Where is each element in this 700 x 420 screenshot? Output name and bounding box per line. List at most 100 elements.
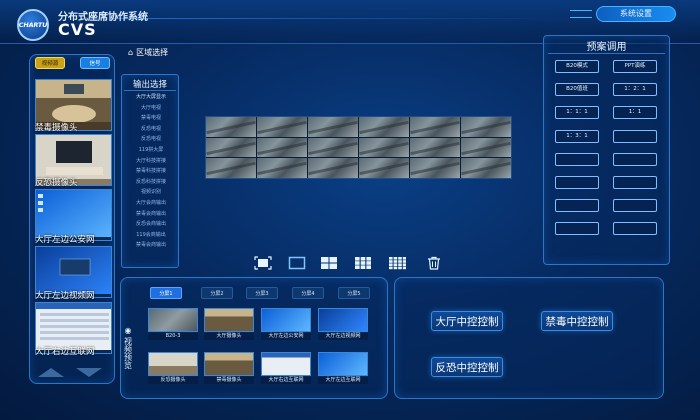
preview-thumb-label-6: 禁毒摄像头	[204, 377, 254, 384]
wall-cell[interactable]	[308, 137, 358, 158]
preview-thumb-2[interactable]	[204, 308, 254, 332]
output-item[interactable]: 反恐会商输出	[124, 220, 178, 227]
tab-split-1[interactable]: 分屏1	[150, 287, 182, 299]
output-item[interactable]: 119会商输出	[124, 231, 178, 238]
preview-thumb-1[interactable]	[148, 308, 198, 332]
wall-cell[interactable]	[359, 117, 409, 137]
output-item[interactable]: 大厅电视	[124, 104, 178, 111]
output-item[interactable]: 反恐电视	[124, 125, 178, 132]
output-item[interactable]: 禁毒电视	[124, 114, 178, 121]
header-right-decoration	[570, 10, 592, 18]
output-select-title: 输出选择	[132, 80, 167, 90]
preset-button[interactable]	[613, 222, 657, 236]
camera-label-5: 大厅右边互联网	[35, 347, 95, 357]
wall-cell[interactable]	[257, 158, 307, 178]
wall-cell[interactable]	[206, 137, 256, 158]
header-decoration	[110, 18, 570, 19]
hall-control-button[interactable]: 大厅中控控制	[431, 311, 503, 331]
wall-cell[interactable]	[359, 137, 409, 158]
preview-thumb-label-5: 反恐摄像头	[148, 377, 198, 384]
preview-thumb-5[interactable]	[148, 352, 198, 376]
region-select-label[interactable]: ⌂ 区域选择	[128, 47, 168, 58]
preset-button[interactable]	[613, 199, 657, 213]
wall-cell[interactable]	[461, 117, 511, 137]
preset-title: 预案调用	[586, 42, 627, 53]
app-title: CVS	[58, 20, 97, 39]
tab-split-4[interactable]: 分屏4	[292, 287, 324, 299]
single-layout-icon[interactable]	[288, 256, 306, 270]
preview-thumb-3[interactable]	[261, 308, 311, 332]
preview-thumb-7[interactable]	[261, 352, 311, 376]
output-item[interactable]: 反恐电视	[124, 135, 178, 142]
nine-layout-icon[interactable]	[354, 256, 372, 270]
home-icon: ⌂	[128, 48, 134, 57]
preset-button[interactable]	[613, 176, 657, 189]
preview-vertical-label: ◉ 视频预览	[122, 326, 134, 369]
wall-cell[interactable]	[359, 158, 409, 178]
brand-logo: CHARTU	[17, 9, 49, 41]
preset-button[interactable]: 1：1：1	[555, 106, 599, 120]
preview-thumb-4[interactable]	[318, 308, 368, 332]
preset-button[interactable]: 1：3：1	[555, 129, 599, 143]
tab-split-3[interactable]: 分屏3	[246, 287, 278, 299]
preset-button[interactable]: 1：1	[613, 106, 657, 120]
wall-cell[interactable]	[461, 137, 511, 158]
tab-signal[interactable]: 信号	[80, 57, 110, 69]
preset-button[interactable]	[555, 152, 599, 166]
preset-button[interactable]: 1：2：1	[613, 83, 657, 97]
region-select-text: 区域选择	[136, 48, 169, 57]
preview-thumb-6[interactable]	[204, 352, 254, 376]
wall-cell[interactable]	[308, 117, 358, 137]
sixteen-layout-icon[interactable]	[388, 256, 406, 270]
wall-cell[interactable]	[257, 117, 307, 137]
preview-thumb-8[interactable]	[318, 352, 368, 376]
preview-thumb-label-7: 大厅右边互联网	[261, 377, 311, 384]
preset-button[interactable]: B20模式	[555, 60, 599, 73]
output-item[interactable]: 禁毒会商输出	[124, 210, 178, 217]
output-item[interactable]: 禁毒会商输出	[124, 241, 178, 248]
preview-thumb-label-2: 大厅摄像头	[204, 333, 254, 340]
fullscreen-icon[interactable]	[254, 256, 272, 270]
preset-button[interactable]	[555, 176, 599, 189]
preset-button[interactable]: B20值班	[555, 83, 599, 97]
antiterror-control-button[interactable]: 反恐中控控制	[431, 357, 503, 377]
output-item[interactable]: 大厅大屏显示	[124, 93, 178, 100]
output-item[interactable]: 禁毒科技拼接	[124, 167, 178, 174]
wall-cell[interactable]	[410, 158, 460, 178]
wall-cell[interactable]	[206, 158, 256, 178]
preview-thumb-label-3: 大厅左边公安网	[261, 333, 311, 340]
quad-layout-icon[interactable]	[320, 256, 338, 270]
preset-button[interactable]	[613, 129, 657, 143]
output-item[interactable]: 反恐科技拼接	[124, 178, 178, 185]
wall-cell[interactable]	[461, 158, 511, 178]
video-wall-preview[interactable]	[205, 116, 512, 179]
control-panel	[394, 277, 664, 399]
narcotics-control-button[interactable]: 禁毒中控控制	[541, 311, 613, 331]
wall-cell[interactable]	[206, 117, 256, 137]
wall-cell[interactable]	[410, 137, 460, 158]
tab-video-source[interactable]: 视频源	[35, 57, 65, 69]
wall-cell[interactable]	[410, 117, 460, 137]
preset-button[interactable]	[613, 152, 657, 166]
scroll-down-icon[interactable]	[74, 366, 104, 378]
output-item[interactable]: 大厅科技拼接	[124, 157, 178, 164]
output-item[interactable]: 视频识别	[124, 188, 178, 195]
output-item[interactable]: 119拼大屏	[124, 146, 178, 153]
delete-icon[interactable]	[426, 256, 444, 270]
preview-thumb-label-1: B20-3	[148, 333, 198, 340]
output-select-divider	[124, 90, 176, 91]
tab-split-2[interactable]: 分屏2	[201, 287, 233, 299]
wall-cell[interactable]	[257, 137, 307, 158]
scroll-up-icon[interactable]	[36, 366, 66, 378]
camera-label-1: 禁毒摄像头	[35, 123, 78, 133]
preset-button[interactable]	[555, 222, 599, 236]
preset-button[interactable]: PPT演练	[613, 60, 657, 73]
camera-label-3: 大厅左边公安网	[35, 235, 95, 245]
logo-text: CHARTU	[18, 21, 48, 29]
preset-title-divider	[548, 53, 665, 54]
wall-cell[interactable]	[308, 158, 358, 178]
tab-split-5[interactable]: 分屏5	[338, 287, 370, 299]
output-item[interactable]: 大厅会商输出	[124, 199, 178, 206]
system-settings-button[interactable]: 系统设置	[596, 6, 676, 22]
preset-button[interactable]	[555, 199, 599, 213]
